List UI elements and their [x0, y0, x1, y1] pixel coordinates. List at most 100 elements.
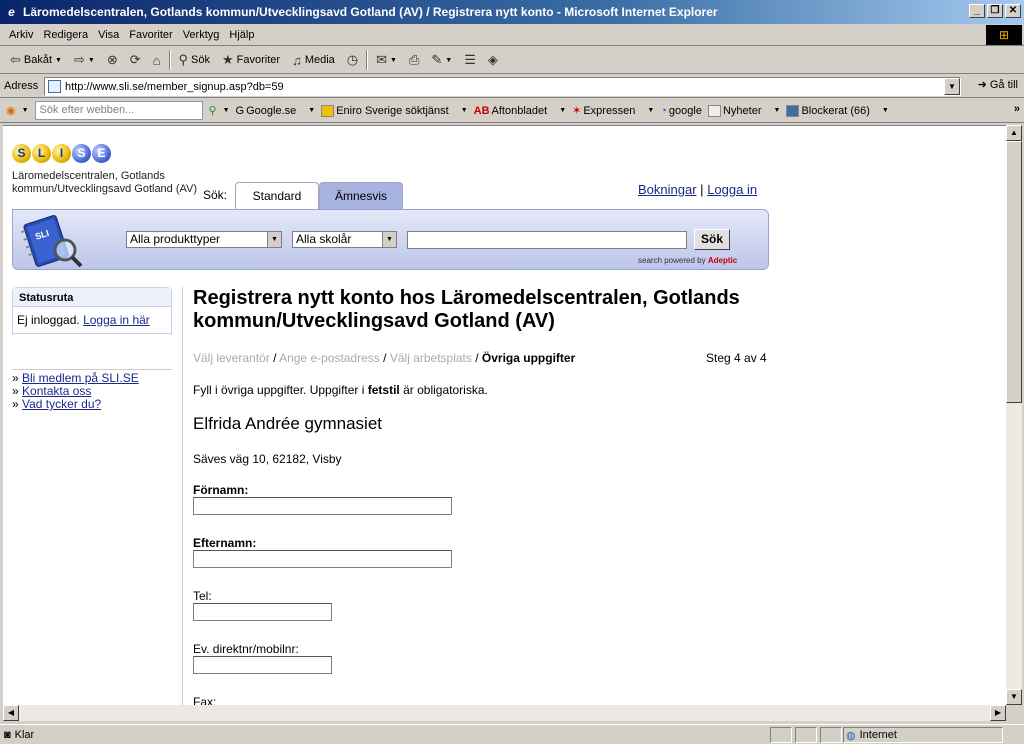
chevron-down-icon[interactable]: ▼	[88, 57, 95, 64]
link-separator: |	[700, 182, 704, 197]
menu-verktyg[interactable]: Verktyg	[178, 29, 225, 41]
horizontal-scrollbar[interactable]: ◀ ▶	[3, 705, 1006, 721]
site-search-button[interactable]: Sök	[694, 229, 730, 250]
scroll-thumb[interactable]	[1006, 141, 1022, 403]
search-button[interactable]: ⚲ Sök	[175, 50, 215, 70]
status-box: Statusruta Ej inloggad. Logga in här	[12, 287, 172, 334]
print-icon: ⎙	[408, 52, 420, 67]
discuss-button[interactable]: ☰	[460, 50, 480, 70]
link-eniro[interactable]: Eniro Sverige söktjänst ▼	[321, 104, 468, 117]
scroll-down-button[interactable]: ▼	[1006, 689, 1022, 705]
menu-favoriter[interactable]: Favoriter	[124, 29, 177, 41]
stop-button[interactable]: ⊗	[103, 50, 122, 70]
ie-icon: e	[8, 4, 15, 19]
search-go-icon[interactable]: ⚲	[209, 104, 217, 117]
school-address: Säves väg 10, 62182, Visby	[193, 452, 342, 466]
status-box-title: Statusruta	[13, 288, 171, 307]
lastname-input[interactable]	[193, 550, 452, 568]
chevron-down-icon[interactable]: ▼	[223, 107, 230, 114]
media-button[interactable]: ♫ Media	[288, 51, 339, 70]
address-label: Adress	[4, 80, 39, 92]
become-member-link[interactable]: Bli medlem på SLI.SE	[22, 371, 139, 385]
print-button[interactable]: ⎙	[405, 50, 423, 70]
history-button[interactable]: ◷	[343, 50, 362, 70]
toolbar-separator	[366, 50, 369, 70]
favorites-icon: ★	[222, 52, 234, 67]
link-nyheter[interactable]: Nyheter ▼	[707, 104, 781, 117]
login-link[interactable]: Logga in	[707, 182, 757, 197]
forward-button[interactable]: ⇨ ▼	[70, 50, 99, 70]
link-expressen[interactable]: ✶ Expressen ▼	[572, 104, 655, 118]
lastname-label: Efternamn:	[193, 536, 257, 550]
site-search-input[interactable]	[407, 231, 687, 249]
crumb-other: Övriga uppgifter	[481, 351, 576, 365]
mail-button[interactable]: ✉ ▼	[372, 50, 401, 70]
product-type-select[interactable]: Alla produkttyper ▼	[126, 231, 282, 248]
powered-brand[interactable]: Adeptic	[708, 256, 737, 265]
page-done-icon: ◙	[4, 728, 11, 741]
feedback-link[interactable]: Vad tycker du?	[22, 397, 101, 411]
status-text: Ej inloggad.	[17, 313, 80, 327]
link-label: Nyheter	[722, 104, 762, 117]
back-button[interactable]: ⇦ Bakåt ▼	[6, 50, 66, 70]
chevron-down-icon[interactable]: ▼	[22, 107, 29, 114]
address-dropdown-button[interactable]: ▼	[944, 78, 960, 95]
menu-arkiv[interactable]: Arkiv	[4, 29, 38, 41]
intro-text: Fyll i övriga uppgifter. Uppgifter i fet…	[193, 383, 488, 397]
link-google-se[interactable]: G Google.se ▼	[236, 105, 316, 117]
bookings-link[interactable]: Bokningar	[638, 182, 697, 197]
phone-input[interactable]	[193, 603, 332, 621]
menu-redigera[interactable]: Redigera	[38, 29, 93, 41]
go-button[interactable]: ➜ Gå till	[978, 78, 1018, 92]
discuss-icon: ☰	[464, 52, 476, 67]
favorites-button[interactable]: ★ Favoriter	[218, 50, 284, 70]
more-links-icon[interactable]: »	[1014, 103, 1020, 115]
school-year-select[interactable]: Alla skolår ▼	[292, 231, 397, 248]
chevron-down-icon: ▼	[460, 107, 468, 114]
web-search-input[interactable]: Sök efter webben...	[34, 101, 203, 120]
status-panel	[795, 727, 817, 743]
window-title: Läromedelscentralen, Gotlands kommun/Utv…	[23, 5, 718, 19]
minimize-button[interactable]: _	[969, 4, 985, 18]
messenger-button[interactable]: ◈	[484, 50, 502, 70]
address-input[interactable]: http://www.sli.se/member_signup.asp?db=5…	[44, 77, 961, 96]
tab-standard[interactable]: Standard	[235, 182, 319, 209]
scroll-right-button[interactable]: ▶	[990, 705, 1006, 721]
mobile-input[interactable]	[193, 656, 332, 674]
menu-hjalp[interactable]: Hjälp	[224, 29, 259, 41]
link-label: Google.se	[246, 104, 297, 117]
chevron-down-icon: ▼	[773, 107, 781, 114]
link-google[interactable]: ◔ google	[660, 105, 702, 117]
status-panel	[820, 727, 842, 743]
chevron-down-icon: ▼	[559, 107, 567, 114]
chevron-down-icon: ▼	[647, 107, 655, 114]
contact-link[interactable]: Kontakta oss	[22, 384, 91, 398]
vertical-scrollbar[interactable]: ▲ ▼	[1006, 125, 1022, 705]
close-button[interactable]: ✕	[1005, 4, 1021, 18]
toolbar-brand-icon[interactable]: ◉	[6, 104, 16, 117]
crumb-separator: /	[475, 351, 479, 365]
link-blockerat[interactable]: Blockerat (66) ▼	[786, 104, 889, 117]
popup-blocker-icon	[786, 104, 800, 117]
home-button[interactable]: ⌂	[149, 51, 165, 70]
scroll-up-button[interactable]: ▲	[1006, 125, 1022, 141]
media-label: Media	[304, 54, 335, 66]
search-icon: ⚲	[178, 52, 189, 67]
link-label: Expressen	[583, 104, 636, 117]
link-aftonbladet[interactable]: AB Aftonbladet ▼	[474, 105, 566, 117]
scroll-left-button[interactable]: ◀	[3, 705, 19, 721]
logo-letter: E	[92, 144, 111, 163]
chevron-down-icon[interactable]: ▼	[55, 57, 62, 64]
restore-button[interactable]: ❐	[987, 4, 1003, 18]
slise-logo[interactable]: S L I S E	[12, 144, 111, 163]
powered-by-text: search powered by	[638, 256, 706, 265]
refresh-button[interactable]: ⟳	[126, 50, 145, 70]
school-name: Elfrida Andrée gymnasiet	[193, 414, 382, 433]
edit-button[interactable]: ✎ ▼	[427, 50, 456, 70]
crumb-separator: /	[273, 351, 277, 365]
menu-visa[interactable]: Visa	[93, 29, 124, 41]
tab-amnesvis[interactable]: Ämnesvis	[319, 182, 403, 209]
aftonbladet-icon: AB	[473, 104, 490, 117]
status-login-link[interactable]: Logga in här	[83, 313, 150, 327]
firstname-input[interactable]	[193, 497, 452, 515]
